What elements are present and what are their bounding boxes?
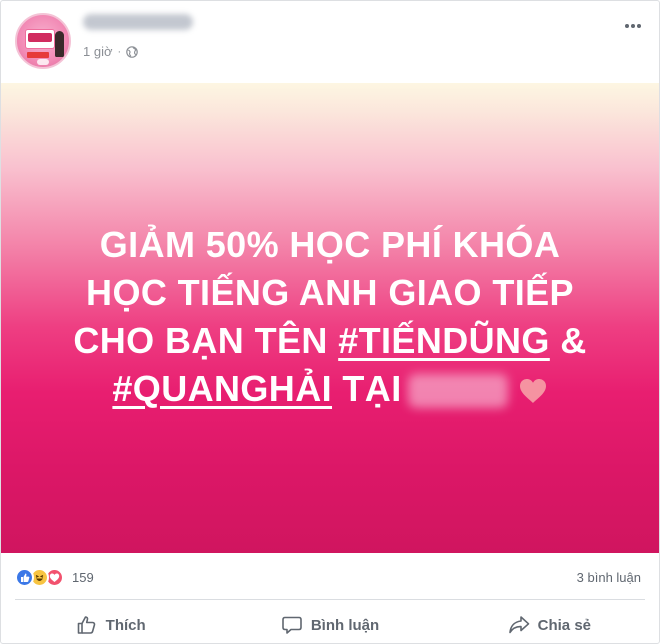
share-button[interactable]: Chia sẻ <box>440 605 659 643</box>
blurred-location <box>407 374 508 409</box>
share-label: Chia sẻ <box>537 616 591 634</box>
hashtag-quanghai[interactable]: #QUANGHẢI <box>112 368 332 409</box>
like-button[interactable]: Thích <box>1 605 220 643</box>
comment-icon <box>282 616 302 634</box>
post-meta: 1 giờ · <box>83 44 138 59</box>
like-label: Thích <box>105 616 146 634</box>
post-header: 1 giờ · <box>1 1 659 83</box>
reaction-summary[interactable]: 159 <box>15 568 94 587</box>
headline-line-4: #QUANGHẢI TẠI <box>31 365 629 413</box>
post-headline: GIẢM 50% HỌC PHÍ KHÓA HỌC TIẾNG ANH GIAO… <box>31 221 629 413</box>
meta-separator: · <box>117 45 122 58</box>
reaction-count[interactable]: 159 <box>72 570 94 585</box>
headline-tai: TẠI <box>332 368 402 409</box>
hashtag-tiendung[interactable]: #TIẾNDŨNG <box>338 320 550 361</box>
like-reaction-icon <box>15 568 34 587</box>
page-avatar[interactable] <box>15 13 71 69</box>
headline-line-3: CHO BẠN TÊN #TIẾNDŨNG & <box>31 317 629 365</box>
avatar-person <box>55 31 64 57</box>
page-name-blurred[interactable] <box>83 14 193 30</box>
headline-prefix: CHO BẠN TÊN <box>73 320 339 361</box>
post-image[interactable]: GIẢM 50% HỌC PHÍ KHÓA HỌC TIẾNG ANH GIAO… <box>1 83 659 553</box>
post-card: 1 giờ · GIẢM 50% HỌC PHÍ KHÓA HỌC TIẾNG … <box>0 0 660 644</box>
post-actions: Thích Bình luận Chia sẻ <box>1 605 659 643</box>
thumbs-up-icon <box>77 616 95 634</box>
headline-line-1: GIẢM 50% HỌC PHÍ KHÓA <box>99 224 561 265</box>
action-divider <box>15 599 645 600</box>
share-icon <box>508 616 529 634</box>
headline-suffix: & <box>549 320 587 361</box>
avatar-logo <box>37 59 49 65</box>
comment-label: Bình luận <box>310 616 380 634</box>
avatar-badge <box>28 33 52 42</box>
heart-icon <box>519 379 546 404</box>
headline-line-2: HỌC TIẾNG ANH GIAO TIẾP <box>86 272 574 313</box>
avatar-banner <box>27 52 49 58</box>
comments-count[interactable]: 3 bình luận <box>577 570 641 585</box>
globe-icon[interactable] <box>126 45 138 58</box>
comment-button[interactable]: Bình luận <box>220 605 439 643</box>
more-options-icon[interactable] <box>623 19 643 33</box>
post-time[interactable]: 1 giờ <box>83 44 113 59</box>
